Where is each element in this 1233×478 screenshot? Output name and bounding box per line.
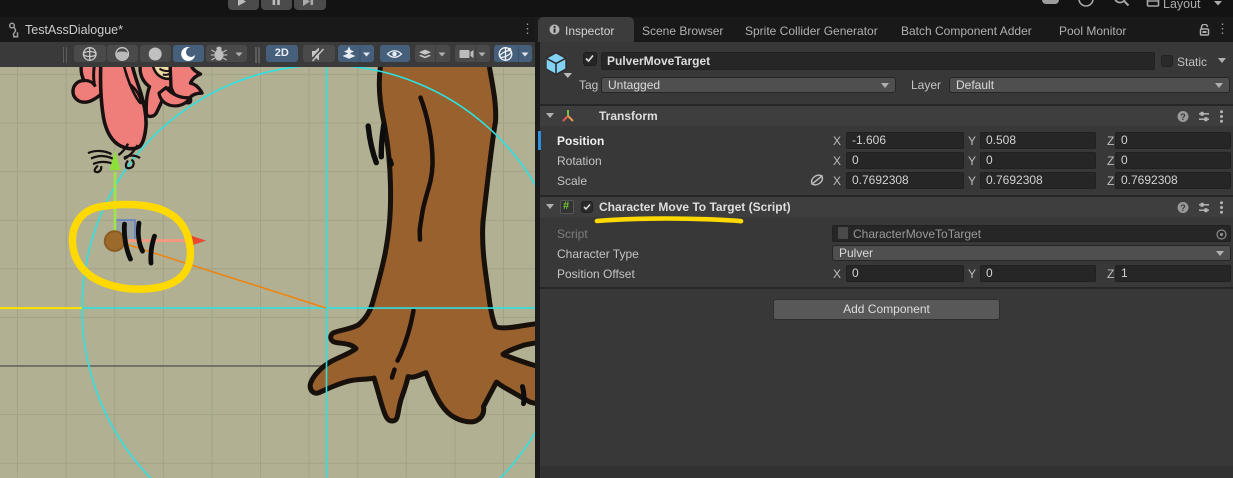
svg-text:?: ? [1180, 203, 1186, 213]
svg-text:?: ? [1180, 112, 1186, 122]
svg-text:Layout: Layout [1163, 0, 1201, 11]
